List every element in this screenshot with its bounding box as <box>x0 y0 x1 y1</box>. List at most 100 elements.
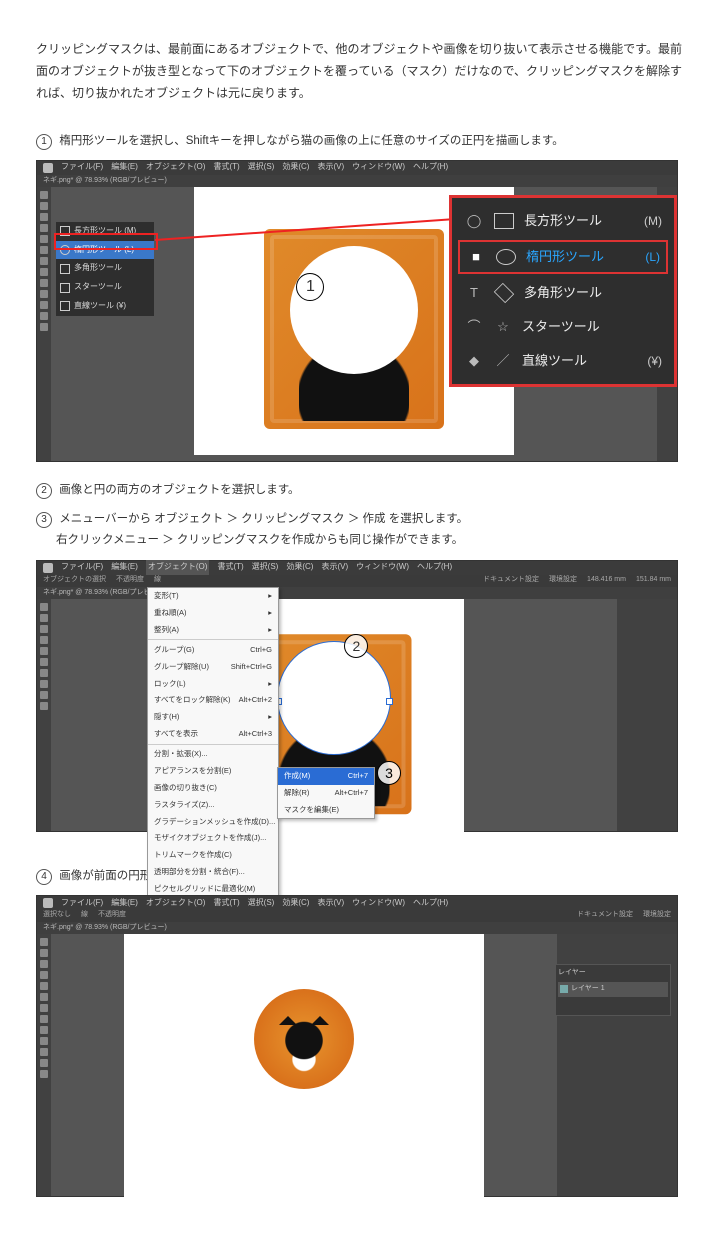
obj-raster[interactable]: ラスタライズ(Z)... <box>148 796 278 813</box>
menu-file[interactable]: ファイル(F) <box>61 896 103 911</box>
tool-icon[interactable] <box>40 1026 48 1034</box>
selected-ellipse[interactable] <box>277 641 391 755</box>
obj-unlock[interactable]: すべてをロック解除(K)Alt+Ctrl+2 <box>148 692 278 709</box>
menu-window[interactable]: ウィンドウ(W) <box>352 896 405 911</box>
obj-transform[interactable]: 変形(T)▸ <box>148 588 278 605</box>
menu-help[interactable]: ヘルプ(H) <box>417 560 452 575</box>
tool-icon[interactable] <box>40 993 48 1001</box>
menu-object[interactable]: オブジェクト(O) <box>146 160 206 175</box>
tool-icon[interactable] <box>40 949 48 957</box>
menu-file[interactable]: ファイル(F) <box>61 560 103 575</box>
tool-icon[interactable] <box>40 1037 48 1045</box>
tool-icon[interactable] <box>40 257 48 265</box>
ctl-stroke[interactable]: 線 <box>154 574 161 587</box>
tool-icon[interactable] <box>40 1015 48 1023</box>
layer-row[interactable]: レイヤー 1 <box>558 982 668 997</box>
obj-transp[interactable]: 透明部分を分割・統合(F)... <box>148 864 278 881</box>
menu-help[interactable]: ヘルプ(H) <box>413 896 448 911</box>
tool-icon[interactable] <box>40 246 48 254</box>
ctl-opacity[interactable]: 不透明度 <box>98 909 126 922</box>
tool-icon[interactable] <box>40 960 48 968</box>
canvas[interactable] <box>51 934 557 1196</box>
menu-select[interactable]: 選択(S) <box>248 896 275 911</box>
tool-icon[interactable] <box>40 669 48 677</box>
menu-type[interactable]: 書式(T) <box>213 160 239 175</box>
tool-icon[interactable] <box>40 1004 48 1012</box>
obj-expand-app[interactable]: アピアランスを分割(E) <box>148 762 278 779</box>
big-star[interactable]: ⌒ ☆ スターツール <box>452 310 674 344</box>
tool-icon[interactable] <box>40 224 48 232</box>
home-icon[interactable] <box>43 898 53 908</box>
menu-object[interactable]: オブジェクト(O) <box>146 896 206 911</box>
tool-icon[interactable] <box>40 625 48 633</box>
obj-ungroup[interactable]: グループ解除(U)Shift+Ctrl+G <box>148 658 278 675</box>
big-poly[interactable]: T 多角形ツール <box>452 276 674 310</box>
fly-poly[interactable]: 多角形ツール <box>56 259 154 278</box>
tool-icon[interactable] <box>40 191 48 199</box>
home-icon[interactable] <box>43 563 53 573</box>
tool-icon[interactable] <box>40 323 48 331</box>
ctl-docset[interactable]: ドキュメント設定 <box>483 574 539 587</box>
tool-icon[interactable] <box>40 691 48 699</box>
big-line[interactable]: ◆ ／ 直線ツール (¥) <box>452 344 674 378</box>
menu-file[interactable]: ファイル(F) <box>61 160 103 175</box>
menu-edit[interactable]: 編集(E) <box>111 160 138 175</box>
obj-gradmesh[interactable]: グラデーションメッシュを作成(D)... <box>148 813 278 830</box>
menu-select[interactable]: 選択(S) <box>248 160 275 175</box>
tool-icon[interactable] <box>40 647 48 655</box>
ctl-pref[interactable]: 環境設定 <box>549 574 577 587</box>
menu-view[interactable]: 表示(V) <box>317 160 344 175</box>
menu-window[interactable]: ウィンドウ(W) <box>352 160 405 175</box>
obj-lock[interactable]: ロック(L)▸ <box>148 675 278 692</box>
obj-expand[interactable]: 分割・拡張(X)... <box>148 746 278 763</box>
ctl-stroke[interactable]: 線 <box>81 909 88 922</box>
tool-icon[interactable] <box>40 1048 48 1056</box>
tool-icon[interactable] <box>40 213 48 221</box>
fly-line[interactable]: 直線ツール (¥) <box>56 297 154 316</box>
menu-effect[interactable]: 効果(C) <box>282 160 309 175</box>
obj-trim[interactable]: トリムマークを作成(C) <box>148 847 278 864</box>
obj-arrange[interactable]: 重ね順(A)▸ <box>148 605 278 622</box>
big-ellipse[interactable]: ■ 楕円形ツール (L) <box>458 240 668 274</box>
tool-icon[interactable] <box>40 1059 48 1067</box>
obj-group[interactable]: グループ(G)Ctrl+G <box>148 641 278 658</box>
menu-effect[interactable]: 効果(C) <box>286 560 313 575</box>
tool-icon[interactable] <box>40 971 48 979</box>
obj-hide[interactable]: 隠す(H)▸ <box>148 709 278 726</box>
sub-release[interactable]: 解除(R)Alt+Ctrl+7 <box>278 785 374 802</box>
tool-icon[interactable] <box>40 312 48 320</box>
obj-crop[interactable]: 画像の切り抜き(C) <box>148 779 278 796</box>
tool-icon[interactable] <box>40 235 48 243</box>
big-rect[interactable]: ◯ 長方形ツール (M) <box>452 204 674 238</box>
menu-edit[interactable]: 編集(E) <box>111 896 138 911</box>
menu-effect[interactable]: 効果(C) <box>282 896 309 911</box>
obj-show[interactable]: すべてを表示Alt+Ctrl+3 <box>148 726 278 743</box>
ctl-docset[interactable]: ドキュメント設定 <box>577 909 633 922</box>
tool-icon[interactable] <box>40 702 48 710</box>
tool-icon[interactable] <box>40 301 48 309</box>
tool-icon[interactable] <box>40 614 48 622</box>
ctl-pref[interactable]: 環境設定 <box>643 909 671 922</box>
document-tab[interactable]: ネギ.png* @ 78.93% (RGB/プレビュー) <box>37 922 677 934</box>
tool-icon[interactable] <box>40 268 48 276</box>
tool-icon[interactable] <box>40 290 48 298</box>
menu-help[interactable]: ヘルプ(H) <box>413 160 448 175</box>
tool-icon[interactable] <box>40 680 48 688</box>
menu-object[interactable]: オブジェクト(O) <box>146 560 210 575</box>
menu-edit[interactable]: 編集(E) <box>111 560 138 575</box>
sub-make[interactable]: 作成(M)Ctrl+7 <box>278 768 374 785</box>
sub-edit[interactable]: マスクを編集(E) <box>278 801 374 818</box>
menu-view[interactable]: 表示(V) <box>317 896 344 911</box>
tool-icon[interactable] <box>40 636 48 644</box>
menu-type[interactable]: 書式(T) <box>213 896 239 911</box>
fly-star[interactable]: スターツール <box>56 278 154 297</box>
tool-icon[interactable] <box>40 938 48 946</box>
drawn-ellipse[interactable] <box>290 246 418 374</box>
tool-icon[interactable] <box>40 982 48 990</box>
tool-icon[interactable] <box>40 658 48 666</box>
tool-icon[interactable] <box>40 603 48 611</box>
menu-window[interactable]: ウィンドウ(W) <box>356 560 409 575</box>
obj-align[interactable]: 整列(A)▸ <box>148 621 278 638</box>
document-tab[interactable]: ネギ.png* @ 78.93% (RGB/プレビュー) <box>37 587 677 599</box>
obj-mosaic[interactable]: モザイクオブジェクトを作成(J)... <box>148 830 278 847</box>
